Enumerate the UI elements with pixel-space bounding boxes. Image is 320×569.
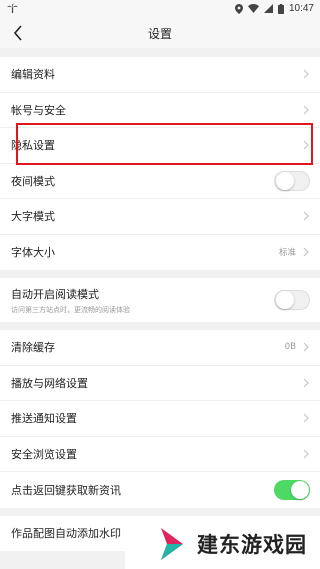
row-label: 编辑资料 [11,68,55,82]
row-label: 大字模式 [11,210,55,224]
page-title: 设置 [147,27,172,41]
row-label: 点击返回键获取新资讯 [11,483,121,497]
toggle-knob [291,480,309,499]
row-label: 作品配图自动添加水印 [11,527,121,541]
row-account-security[interactable]: 帐号与安全 [0,93,320,128]
row-back-key-refresh: 点击返回键获取新资讯 [0,472,320,508]
row-label: 播放与网络设置 [11,376,88,390]
row-label: 自动开启阅读模式 [11,287,99,301]
settings-group-account: 编辑资料 帐号与安全 隐私设置 夜间模式 大字模式 字体大小 标准 [0,57,320,270]
signal-icon [263,4,273,13]
palm-tree-icon [7,3,18,17]
row-large-text-mode[interactable]: 大字模式 [0,199,320,235]
chevron-right-icon [302,68,310,80]
row-label: 隐私设置 [11,139,55,153]
row-font-size[interactable]: 字体大小 标准 [0,235,320,271]
row-edit-profile[interactable]: 编辑资料 [0,57,320,93]
watermark-text: 建东游戏园 [197,532,307,557]
chevron-right-icon [302,377,310,389]
status-time: 10:47 [288,3,314,14]
settings-group-reading: 自动开启阅读模式 访问第三方站点时，更流畅的阅读体验 [0,278,320,322]
font-size-value: 标准 [278,248,296,259]
row-safe-browsing[interactable]: 安全浏览设置 [0,437,320,472]
settings-group-general: 清除缓存 0B 播放与网络设置 推送通知设置 安全浏览设置 点击返回键获取新资讯 [0,330,320,508]
status-bar: 10:47 [0,0,320,18]
chevron-right-icon [302,104,310,116]
row-night-mode: 夜间模式 [0,164,320,199]
row-label: 清除缓存 [11,341,55,355]
auto-reading-mode-toggle[interactable] [274,290,310,310]
watermark: 建东游戏园 [125,518,320,569]
night-mode-toggle[interactable] [274,170,310,191]
row-clear-cache[interactable]: 清除缓存 0B [0,330,320,366]
toggle-knob [276,291,294,309]
toggle-knob [276,171,294,190]
chevron-right-icon [302,448,310,460]
back-key-refresh-toggle[interactable] [274,479,310,500]
nav-bar: 设置 [0,18,320,48]
row-auto-reading-mode: 自动开启阅读模式 访问第三方站点时，更流畅的阅读体验 [0,278,320,322]
row-label: 安全浏览设置 [11,447,77,461]
chevron-right-icon [302,412,310,424]
location-icon [234,3,243,14]
row-label: 字体大小 [11,246,55,260]
wifi-icon [247,4,259,13]
chevron-right-icon [302,139,310,151]
watermark-logo-icon [161,527,183,560]
cache-size-value: 0B [284,342,296,353]
row-privacy-settings[interactable]: 隐私设置 [0,128,320,164]
row-label: 夜间模式 [11,174,55,188]
battery-icon [277,3,284,14]
row-sublabel: 访问第三方站点时，更流畅的阅读体验 [11,305,130,314]
row-playback-network[interactable]: 播放与网络设置 [0,366,320,401]
chevron-right-icon [302,246,310,258]
row-label: 推送通知设置 [11,412,77,426]
row-push-notifications[interactable]: 推送通知设置 [0,401,320,437]
chevron-right-icon [302,210,310,222]
chevron-right-icon [302,341,310,353]
row-label: 帐号与安全 [11,103,66,117]
